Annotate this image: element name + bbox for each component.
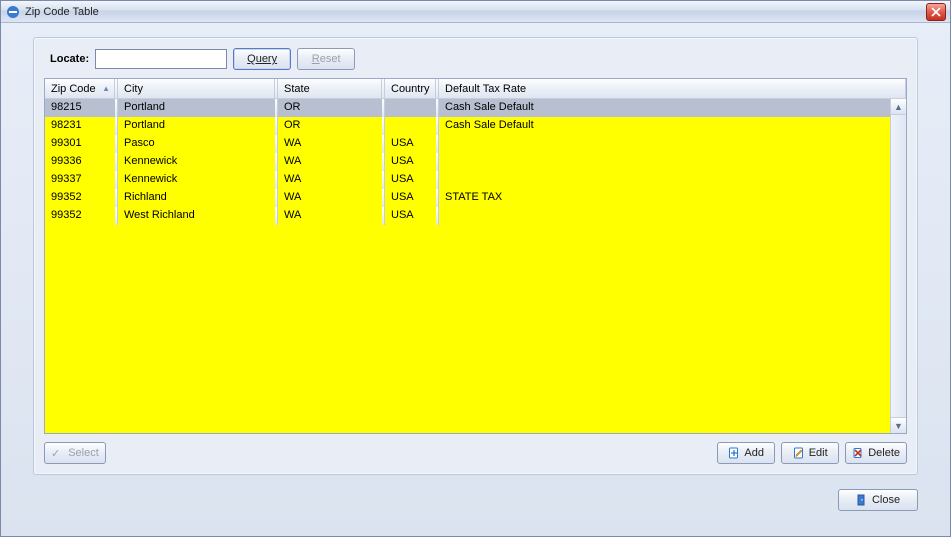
delete-button[interactable]: Delete bbox=[845, 442, 907, 464]
query-button[interactable]: Query bbox=[233, 48, 291, 70]
table-row[interactable]: 99301PascoWAUSA bbox=[45, 135, 890, 153]
cell-state: WA bbox=[278, 153, 382, 171]
panel-buttons-row: ✓ Select Add Edit Delete bbox=[44, 434, 907, 464]
table-row[interactable]: 99352RichlandWAUSASTATE TAX bbox=[45, 189, 890, 207]
col-state-label: State bbox=[284, 83, 310, 95]
cell-country: USA bbox=[385, 189, 436, 207]
delete-button-label: Delete bbox=[868, 447, 900, 459]
cell-zip: 99301 bbox=[45, 135, 115, 153]
cell-rate: Cash Sale Default bbox=[439, 117, 890, 135]
cell-country: USA bbox=[385, 171, 436, 189]
cell-zip: 99337 bbox=[45, 171, 115, 189]
locate-row: Locate: Query Reset bbox=[44, 48, 907, 78]
titlebar: Zip Code Table bbox=[1, 1, 950, 23]
content-panel: Locate: Query Reset Zip Code ▲ City Stat… bbox=[33, 37, 918, 475]
cell-rate bbox=[439, 153, 890, 171]
footer-row: Close bbox=[1, 481, 950, 521]
table-row[interactable]: 99352West RichlandWAUSA bbox=[45, 207, 890, 225]
add-icon bbox=[728, 447, 740, 459]
edit-icon bbox=[793, 447, 805, 459]
cell-city: Richland bbox=[118, 189, 275, 207]
cell-zip: 99336 bbox=[45, 153, 115, 171]
col-city-header[interactable]: City bbox=[118, 79, 275, 98]
window-close-button[interactable] bbox=[926, 3, 946, 21]
cell-country: USA bbox=[385, 207, 436, 225]
cell-state: WA bbox=[278, 189, 382, 207]
col-zip-header[interactable]: Zip Code ▲ bbox=[45, 79, 115, 98]
close-icon bbox=[931, 7, 941, 17]
edit-button[interactable]: Edit bbox=[781, 442, 839, 464]
cell-state: WA bbox=[278, 135, 382, 153]
locate-input[interactable] bbox=[95, 49, 227, 69]
add-button-label: Add bbox=[744, 447, 764, 459]
check-icon: ✓ bbox=[51, 447, 60, 460]
door-icon bbox=[856, 494, 868, 506]
cell-rate bbox=[439, 207, 890, 225]
cell-country: USA bbox=[385, 135, 436, 153]
col-rate-header[interactable]: Default Tax Rate bbox=[439, 79, 906, 98]
cell-country bbox=[385, 99, 436, 117]
cell-zip: 98231 bbox=[45, 117, 115, 135]
col-country-header[interactable]: Country bbox=[385, 79, 436, 98]
col-city-label: City bbox=[124, 83, 143, 95]
cell-city: Portland bbox=[118, 99, 275, 117]
window-title: Zip Code Table bbox=[25, 6, 926, 18]
table-row[interactable]: 99336KennewickWAUSA bbox=[45, 153, 890, 171]
cell-zip: 99352 bbox=[45, 189, 115, 207]
cell-rate: STATE TAX bbox=[439, 189, 890, 207]
select-button-label: Select bbox=[68, 447, 99, 459]
table-row[interactable]: 98231PortlandOR Cash Sale Default bbox=[45, 117, 890, 135]
table-rows-container: 98215PortlandORCash Sale Default98231Por… bbox=[45, 99, 890, 433]
cell-zip: 98215 bbox=[45, 99, 115, 117]
cell-rate bbox=[439, 135, 890, 153]
cell-state: OR bbox=[278, 117, 382, 135]
cell-state: WA bbox=[278, 171, 382, 189]
cell-country bbox=[385, 117, 436, 135]
col-state-header[interactable]: State bbox=[278, 79, 382, 98]
cell-rate bbox=[439, 171, 890, 189]
table-header: Zip Code ▲ City State Country Default Ta… bbox=[45, 79, 906, 99]
window: Zip Code Table Locate: Query Reset Zip C… bbox=[0, 0, 951, 537]
cell-country: USA bbox=[385, 153, 436, 171]
close-button[interactable]: Close bbox=[838, 489, 918, 511]
sort-asc-icon: ▲ bbox=[102, 84, 110, 93]
delete-icon bbox=[852, 447, 864, 459]
cell-city: Pasco bbox=[118, 135, 275, 153]
cell-city: Kennewick bbox=[118, 153, 275, 171]
cell-rate: Cash Sale Default bbox=[439, 99, 890, 117]
table: Zip Code ▲ City State Country Default Ta… bbox=[44, 78, 907, 434]
select-button[interactable]: ✓ Select bbox=[44, 442, 106, 464]
col-zip-label: Zip Code bbox=[51, 83, 96, 95]
col-rate-label: Default Tax Rate bbox=[445, 83, 526, 95]
cell-city: Kennewick bbox=[118, 171, 275, 189]
reset-button-label: Reset bbox=[312, 53, 341, 65]
cell-state: OR bbox=[278, 99, 382, 117]
query-button-label: Query bbox=[247, 53, 277, 65]
close-button-label: Close bbox=[872, 494, 900, 506]
col-country-label: Country bbox=[391, 83, 430, 95]
table-row[interactable]: 99337KennewickWAUSA bbox=[45, 171, 890, 189]
app-icon bbox=[5, 4, 21, 20]
cell-zip: 99352 bbox=[45, 207, 115, 225]
vertical-scrollbar[interactable]: ▲ ▼ bbox=[890, 99, 906, 433]
reset-button[interactable]: Reset bbox=[297, 48, 355, 70]
cell-city: West Richland bbox=[118, 207, 275, 225]
edit-button-label: Edit bbox=[809, 447, 828, 459]
add-button[interactable]: Add bbox=[717, 442, 775, 464]
scroll-up-button[interactable]: ▲ bbox=[891, 99, 906, 115]
locate-label: Locate: bbox=[50, 53, 89, 65]
cell-state: WA bbox=[278, 207, 382, 225]
table-body: 98215PortlandORCash Sale Default98231Por… bbox=[45, 99, 906, 433]
cell-city: Portland bbox=[118, 117, 275, 135]
table-row[interactable]: 98215PortlandOR Cash Sale Default bbox=[45, 99, 890, 117]
scroll-down-button[interactable]: ▼ bbox=[891, 417, 906, 433]
